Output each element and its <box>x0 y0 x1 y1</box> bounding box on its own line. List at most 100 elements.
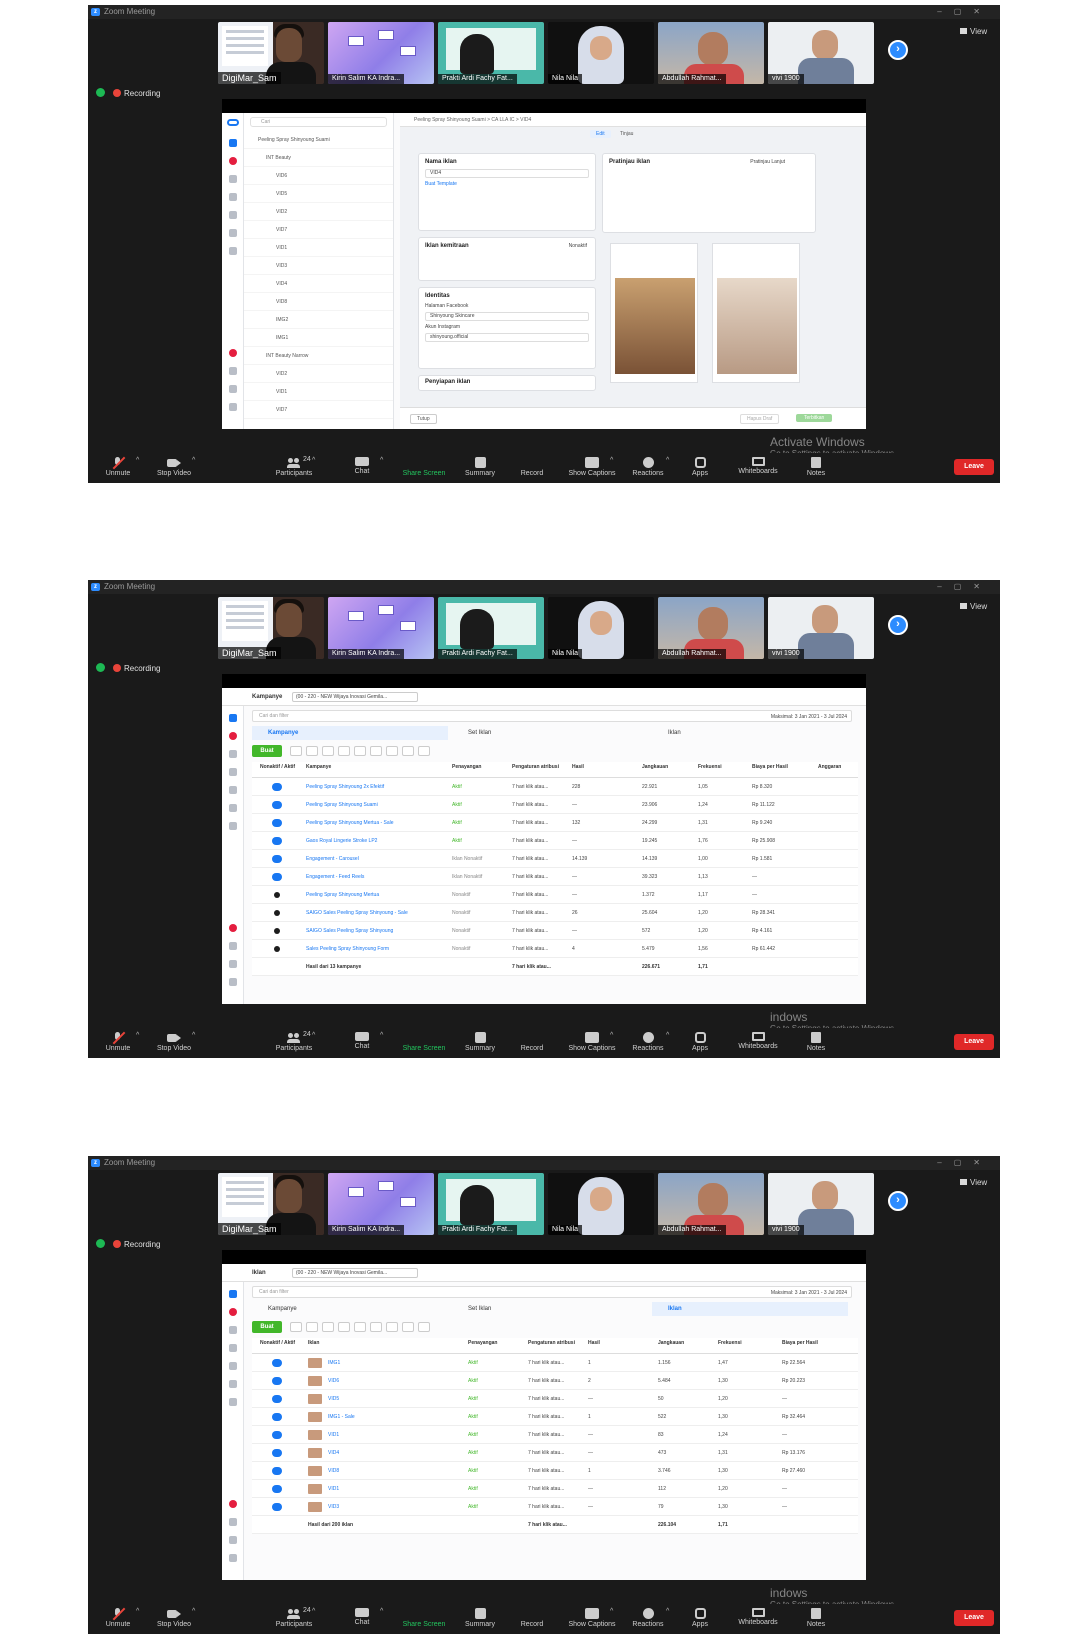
chevron-up-icon[interactable]: ^ <box>610 1032 613 1039</box>
participant-tile[interactable]: Abdullah Rahmat... <box>658 1173 764 1235</box>
tree-item[interactable]: VID2 <box>244 365 393 383</box>
participant-tile[interactable]: Abdullah Rahmat... <box>658 22 764 84</box>
chevron-up-icon[interactable]: ^ <box>610 1608 613 1615</box>
campaign-icon[interactable] <box>229 750 237 758</box>
chevron-up-icon[interactable]: ^ <box>666 1032 669 1039</box>
participant-tile[interactable]: Prakti Ardi Fachy Fat... <box>438 597 544 659</box>
menu-icon[interactable] <box>229 1398 237 1406</box>
campaign-name-link[interactable]: SAIGO Sales Peeling Spray Shinyoung - Sa… <box>306 910 408 916</box>
column-header[interactable]: Anggaran <box>818 765 866 770</box>
campaign-name-link[interactable]: Engagement - Feed Reels <box>306 874 364 880</box>
table-row[interactable]: SAIGO Sales Peeling Spray Shinyoung Nonak… <box>252 922 858 940</box>
tree-item[interactable]: IMG2 <box>244 311 393 329</box>
campaign-name-link[interactable]: IMG1 - Sale <box>328 1414 355 1420</box>
chevron-up-icon[interactable]: ^ <box>666 1608 669 1615</box>
menu-icon[interactable] <box>229 822 237 830</box>
settings-icon[interactable] <box>229 367 237 375</box>
summary-button[interactable]: Summary <box>450 1608 510 1628</box>
chevron-up-icon[interactable]: ^ <box>312 457 315 464</box>
window-controls[interactable]: –▢✕ <box>937 580 992 594</box>
participant-tile[interactable]: Abdullah Rahmat... <box>658 597 764 659</box>
campaign-name-link[interactable]: Peeling Spray Shinyoung Mertua - Sale <box>306 820 394 826</box>
chevron-up-icon[interactable]: ^ <box>610 457 613 464</box>
tree-item[interactable]: VID5 <box>244 185 393 203</box>
campaign-name-link[interactable]: VID1 <box>328 1432 339 1438</box>
next-page-button[interactable]: › <box>888 615 908 635</box>
whiteboards-button[interactable]: Whiteboards <box>728 1608 788 1626</box>
settings-icon[interactable] <box>229 942 237 950</box>
chevron-up-icon[interactable]: ^ <box>136 1608 139 1615</box>
column-header[interactable]: Pengaturan atribusi <box>528 1341 586 1346</box>
edit-review-toggle[interactable]: Edit Tinjau <box>590 130 633 138</box>
search-icon[interactable] <box>229 960 237 968</box>
audience-icon[interactable] <box>229 768 237 776</box>
column-header[interactable]: Biaya per Hasil <box>782 1341 840 1346</box>
column-header[interactable]: Jangkauan <box>642 765 700 770</box>
tree-item[interactable]: Peeling Spray Shinyoung Suami <box>244 131 393 149</box>
participant-tile[interactable]: Prakti Ardi Fachy Fat... <box>438 22 544 84</box>
tree-search-input[interactable]: Cari <box>250 117 387 127</box>
toggle-switch[interactable] <box>274 910 280 916</box>
alert-icon[interactable] <box>229 349 237 357</box>
participant-tile[interactable]: Kirin Salim KA Indra... <box>328 597 434 659</box>
column-header[interactable]: Penayangan <box>452 765 510 770</box>
participant-tile[interactable]: vivi 1900 <box>768 1173 874 1235</box>
campaign-name-link[interactable]: VID1 <box>328 1486 339 1492</box>
tab-set-iklan[interactable]: Set Iklan <box>452 726 648 740</box>
toggle-switch[interactable] <box>274 928 280 934</box>
toggle-switch[interactable] <box>272 819 282 827</box>
record-button[interactable]: Record <box>502 457 562 477</box>
campaign-icon[interactable] <box>229 1326 237 1334</box>
toolbar-icon[interactable] <box>402 1322 414 1332</box>
preview-video[interactable] <box>615 278 695 374</box>
toolbar-icon[interactable] <box>290 1322 302 1332</box>
apps-button[interactable]: Apps <box>670 1032 730 1052</box>
toggle-switch[interactable] <box>272 783 282 791</box>
toolbar-icon[interactable] <box>290 746 302 756</box>
table-row[interactable]: Sales Peeling Spray Shinyoung Form Nonakt… <box>252 940 858 958</box>
tree-item[interactable]: INT Beauty Narrow <box>244 347 393 365</box>
advanced-preview-button[interactable]: Pratinjau Lanjut <box>750 159 785 165</box>
search-icon[interactable] <box>229 385 237 393</box>
column-header[interactable]: Penayangan <box>468 1341 526 1346</box>
tab-iklan[interactable]: Iklan <box>652 726 848 740</box>
review-tab[interactable]: Tinjau <box>620 131 633 137</box>
chevron-up-icon[interactable]: ^ <box>312 1608 315 1615</box>
participant-tile[interactable]: DigiMar_Sam <box>218 597 324 659</box>
notes-button[interactable]: Notes <box>786 1032 846 1052</box>
chevron-up-icon[interactable]: ^ <box>380 1032 383 1039</box>
table-row[interactable]: SAIGO Sales Peeling Spray Shinyoung - Sa… <box>252 904 858 922</box>
apps-button[interactable]: Apps <box>670 1608 730 1628</box>
help-icon[interactable] <box>229 978 237 986</box>
campaign-name-link[interactable]: Engagement - Carousel <box>306 856 359 862</box>
breadcrumb[interactable]: Peeling Spray Shinyoung Suami > CA LLA I… <box>400 113 866 127</box>
audience-icon[interactable] <box>229 193 237 201</box>
campaign-name-link[interactable]: VID4 <box>328 1450 339 1456</box>
toggle-switch[interactable] <box>272 1359 282 1367</box>
toggle-switch[interactable] <box>272 837 282 845</box>
account-dropdown[interactable]: (00 - 220 - NEW Wijaya Inovasi Gemila... <box>292 692 418 702</box>
toolbar-icon[interactable] <box>418 1322 430 1332</box>
table-row[interactable]: Gaos Royal Lingerie Stroke LP2 Aktif 7 har… <box>252 832 858 850</box>
participant-tile[interactable]: Kirin Salim KA Indra... <box>328 1173 434 1235</box>
tree-item[interactable]: VID1 <box>244 239 393 257</box>
chevron-up-icon[interactable]: ^ <box>136 457 139 464</box>
toolbar-icon[interactable] <box>386 746 398 756</box>
table-row[interactable]: IMG1 Aktif 7 hari klik atau... 1 1.156 1,47 Rp… <box>252 1354 858 1372</box>
table-row[interactable]: Peeling Spray Shinyoung 2x Efektif Aktif 7… <box>252 778 858 796</box>
view-button[interactable]: View <box>960 602 987 611</box>
summary-button[interactable]: Summary <box>450 1032 510 1052</box>
record-button[interactable]: Record <box>502 1608 562 1628</box>
participant-tile[interactable]: DigiMar_Sam <box>218 22 324 84</box>
campaign-name-link[interactable]: VID5 <box>328 1396 339 1402</box>
settings-icon[interactable] <box>229 1518 237 1526</box>
close-button[interactable]: Tutup <box>410 414 437 424</box>
column-header[interactable]: Iklan <box>308 1341 438 1346</box>
chevron-up-icon[interactable]: ^ <box>380 1608 383 1615</box>
campaign-name-link[interactable]: Peeling Spray Shinyoung 2x Efektif <box>306 784 384 790</box>
toolbar-icon[interactable] <box>370 746 382 756</box>
participant-tile[interactable]: Nila Nila <box>548 597 654 659</box>
toggle-switch[interactable] <box>272 855 282 863</box>
date-range-picker[interactable]: Maksimal: 3 Jan 2021 - 3 Jul 2024 <box>771 712 847 722</box>
chevron-up-icon[interactable]: ^ <box>312 1032 315 1039</box>
